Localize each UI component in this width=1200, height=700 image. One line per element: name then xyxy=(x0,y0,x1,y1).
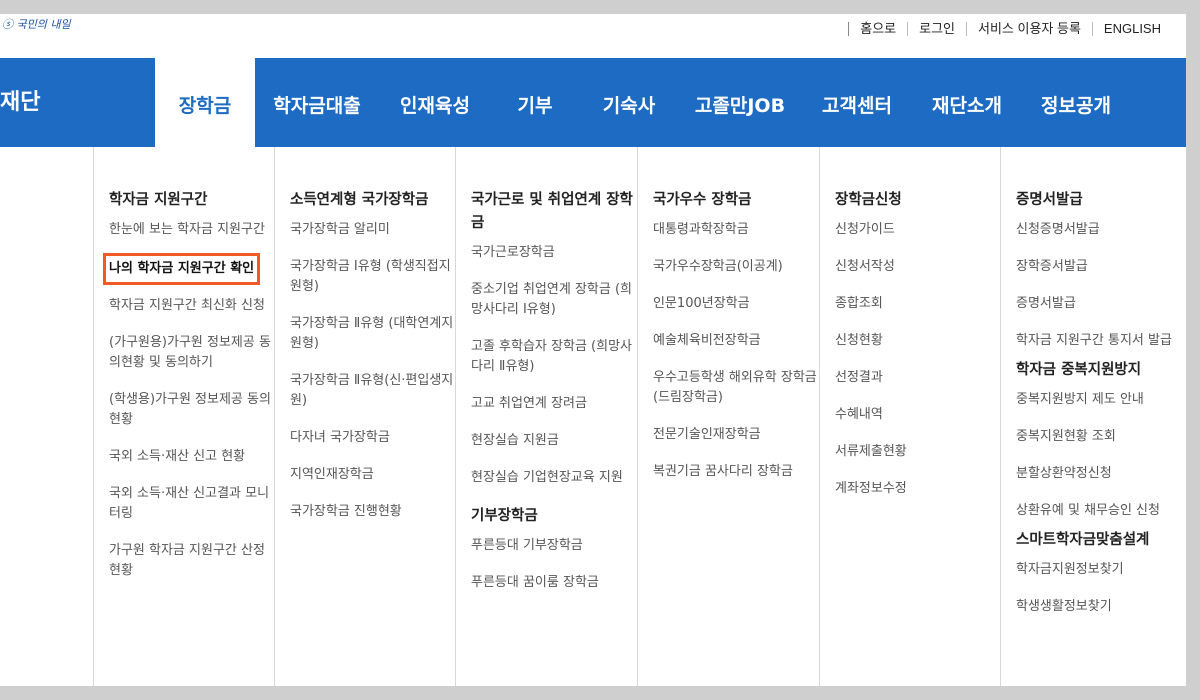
dropdown-column: 소득연계형 국가장학금 국가장학금 알리미 국가장학금 Ⅰ유형 (학생직접지원형… xyxy=(274,147,456,686)
menu-link[interactable]: 중소기업 취업연계 장학금 (희망사다리 Ⅰ유형) xyxy=(471,280,638,320)
menu-link[interactable]: 국가근로장학금 xyxy=(471,243,638,263)
group-heading: 국가근로 및 취업연계 장학금 xyxy=(471,192,633,231)
english-link[interactable]: ENGLISH xyxy=(1091,22,1172,36)
menu-highschool-job[interactable]: 고졸만JOB xyxy=(679,58,801,147)
page-frame: ⓢ 국민의 내일 홈으로 로그인 서비스 이용자 등록 ENGLISH 재단 장… xyxy=(0,14,1186,686)
menu-link[interactable]: 증명서발급 xyxy=(1016,294,1187,314)
menu-link[interactable]: 신청서작성 xyxy=(835,257,1001,277)
group-heading: 스마트학자금맞춤설계 xyxy=(1016,532,1150,548)
menu-link[interactable]: 수혜내역 xyxy=(835,405,1001,425)
menu-link[interactable]: (가구원용)가구원 정보제공 동의현황 및 동의하기 xyxy=(109,333,275,373)
menu-about[interactable]: 재단소개 xyxy=(913,58,1021,147)
logo[interactable]: ⓢ 국민의 내일 xyxy=(0,14,80,44)
menu-student-loan[interactable]: 학자금대출 xyxy=(255,58,379,147)
register-link[interactable]: 서비스 이용자 등록 xyxy=(966,22,1092,36)
mega-dropdown: 학자금 지원구간 한눈에 보는 학자금 지원구간 나의 학자금 지원구간 확인 … xyxy=(93,147,1186,686)
menu-link[interactable]: 가구원 학자금 지원구간 산정 현황 xyxy=(109,541,275,581)
menu-link[interactable]: 종합조회 xyxy=(835,294,1001,314)
utility-nav: 홈으로 로그인 서비스 이용자 등록 ENGLISH xyxy=(848,14,1172,44)
menu-link[interactable]: 중복지원방지 제도 안내 xyxy=(1016,390,1187,410)
menu-link[interactable]: 국가장학금 Ⅰ유형 (학생직접지원형) xyxy=(290,257,456,297)
group-heading: 국가우수 장학금 xyxy=(653,192,752,208)
menu-link[interactable]: 푸른등대 기부장학금 xyxy=(471,536,638,556)
menu-link[interactable]: 국가장학금 Ⅱ유형(신·편입생지원) xyxy=(290,371,456,411)
menu-link[interactable]: 대통령과학장학금 xyxy=(653,220,820,240)
group-heading: 소득연계형 국가장학금 xyxy=(290,192,429,208)
menu-link[interactable]: 현장실습 기업현장교육 지원 xyxy=(471,468,638,488)
highlighted-menu-link[interactable]: 나의 학자금 지원구간 확인 xyxy=(102,253,261,285)
menu-link[interactable]: 다자녀 국가장학금 xyxy=(290,428,456,448)
menu-disclosure[interactable]: 정보공개 xyxy=(1021,58,1131,147)
menu-customer-center[interactable]: 고객센터 xyxy=(801,58,913,147)
menu-link[interactable]: 고교 취업연계 장려금 xyxy=(471,394,638,414)
menu-donation[interactable]: 기부 xyxy=(491,58,579,147)
menu-link[interactable]: 지역인재장학금 xyxy=(290,465,456,485)
menu-link[interactable]: 현장실습 지원금 xyxy=(471,431,638,451)
menu-link[interactable]: 학자금 지원구간 최신화 신청 xyxy=(109,296,275,316)
menu-link[interactable]: 우수고등학생 해외유학 장학금(드림장학금) xyxy=(653,368,820,408)
menu-link[interactable]: 국외 소득·재산 신고 현황 xyxy=(109,447,275,467)
menu-link[interactable]: 선정결과 xyxy=(835,368,1001,388)
dropdown-column: 학자금 지원구간 한눈에 보는 학자금 지원구간 나의 학자금 지원구간 확인 … xyxy=(93,147,275,686)
menu-link[interactable]: 장학증서발급 xyxy=(1016,257,1187,277)
menu-link[interactable]: 국가장학금 Ⅱ유형 (대학연계지원형) xyxy=(290,314,456,354)
logo-text: ⓢ 국민의 내일 xyxy=(2,18,71,31)
brand-title[interactable]: 재단 xyxy=(0,58,40,147)
menu-link[interactable]: 분할상환약정신청 xyxy=(1016,464,1187,484)
menu-link[interactable]: 푸른등대 꿈이룸 장학금 xyxy=(471,573,638,593)
home-link[interactable]: 홈으로 xyxy=(848,22,907,36)
group-heading: 학자금 지원구간 xyxy=(109,192,208,208)
menu-link[interactable]: 신청현황 xyxy=(835,331,1001,351)
menu-link[interactable]: 인문100년장학금 xyxy=(653,294,820,314)
dropdown-column: 증명서발급 신청증명서발급 장학증서발급 증명서발급 학자금 지원구간 통지서 … xyxy=(1000,147,1187,686)
group-heading: 장학금신청 xyxy=(835,192,902,208)
group-heading: 학자금 중복지원방지 xyxy=(1016,362,1142,378)
menu-link[interactable]: 예술체육비전장학금 xyxy=(653,331,820,351)
menu-link[interactable]: 한눈에 보는 학자금 지원구간 xyxy=(109,220,275,240)
menu-link[interactable]: 학생생활정보찾기 xyxy=(1016,597,1187,617)
menu-link[interactable]: 학자금지원정보찾기 xyxy=(1016,560,1187,580)
menu-link[interactable]: 고졸 후학습자 장학금 (희망사다리 Ⅱ유형) xyxy=(471,337,638,377)
main-navbar: 재단 장학금 학자금대출 인재육성 기부 기숙사 고졸만JOB 고객센터 재단소… xyxy=(0,58,1186,147)
menu-link[interactable]: 계좌정보수정 xyxy=(835,479,1001,499)
menu-link[interactable]: 국외 소득·재산 신고결과 모니터링 xyxy=(109,484,275,524)
menu-scholarship[interactable]: 장학금 xyxy=(155,58,255,147)
menu-link[interactable]: 전문기술인재장학금 xyxy=(653,425,820,445)
dropdown-column: 국가근로 및 취업연계 장학금 국가근로장학금 중소기업 취업연계 장학금 (희… xyxy=(455,147,638,686)
menu-link[interactable]: (학생용)가구원 정보제공 동의현황 xyxy=(109,390,275,430)
menu-link[interactable]: 서류제출현황 xyxy=(835,442,1001,462)
group-heading: 증명서발급 xyxy=(1016,192,1083,208)
menu-link[interactable]: 국가장학금 알리미 xyxy=(290,220,456,240)
menu-talent[interactable]: 인재육성 xyxy=(379,58,491,147)
menu-link[interactable]: 상환유예 및 채무승인 신청 xyxy=(1016,501,1187,521)
main-menu: 장학금 학자금대출 인재육성 기부 기숙사 고졸만JOB 고객센터 재단소개 정… xyxy=(155,58,1131,147)
menu-dormitory[interactable]: 기숙사 xyxy=(579,58,679,147)
group-heading: 기부장학금 xyxy=(471,508,538,524)
menu-link[interactable]: 국가장학금 진행현황 xyxy=(290,502,456,522)
menu-link[interactable]: 중복지원현황 조회 xyxy=(1016,427,1187,447)
menu-link[interactable]: 신청가이드 xyxy=(835,220,1001,240)
menu-link[interactable]: 복권기금 꿈사다리 장학금 xyxy=(653,462,820,482)
menu-link[interactable]: 신청증명서발급 xyxy=(1016,220,1187,240)
menu-link[interactable]: 학자금 지원구간 통지서 발급 xyxy=(1016,331,1187,351)
login-link[interactable]: 로그인 xyxy=(907,22,966,36)
menu-link[interactable]: 국가우수장학금(이공계) xyxy=(653,257,820,277)
dropdown-column: 국가우수 장학금 대통령과학장학금 국가우수장학금(이공계) 인문100년장학금… xyxy=(637,147,820,686)
dropdown-column: 장학금신청 신청가이드 신청서작성 종합조회 신청현황 선정결과 수혜내역 서류… xyxy=(819,147,1001,686)
